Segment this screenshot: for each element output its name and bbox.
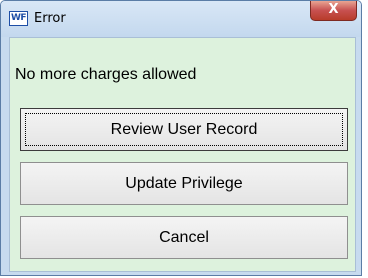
cancel-button[interactable]: Cancel: [20, 216, 348, 259]
dialog-client-area: No more charges allowed Review User Reco…: [9, 37, 356, 272]
error-dialog-window: WF Error X No more charges allowed Revie…: [0, 0, 362, 276]
window-title: Error: [34, 11, 66, 26]
close-button[interactable]: X: [310, 1, 357, 21]
error-message: No more charges allowed: [15, 66, 197, 83]
cancel-label: Cancel: [159, 228, 209, 246]
review-user-record-label: Review User Record: [110, 120, 258, 138]
close-icon: X: [328, 2, 339, 17]
update-privilege-button[interactable]: Update Privilege: [20, 162, 348, 205]
title-bar[interactable]: WF Error X: [1, 1, 361, 37]
review-user-record-button[interactable]: Review User Record: [20, 108, 348, 151]
app-icon: WF: [9, 11, 28, 26]
update-privilege-label: Update Privilege: [125, 174, 243, 192]
